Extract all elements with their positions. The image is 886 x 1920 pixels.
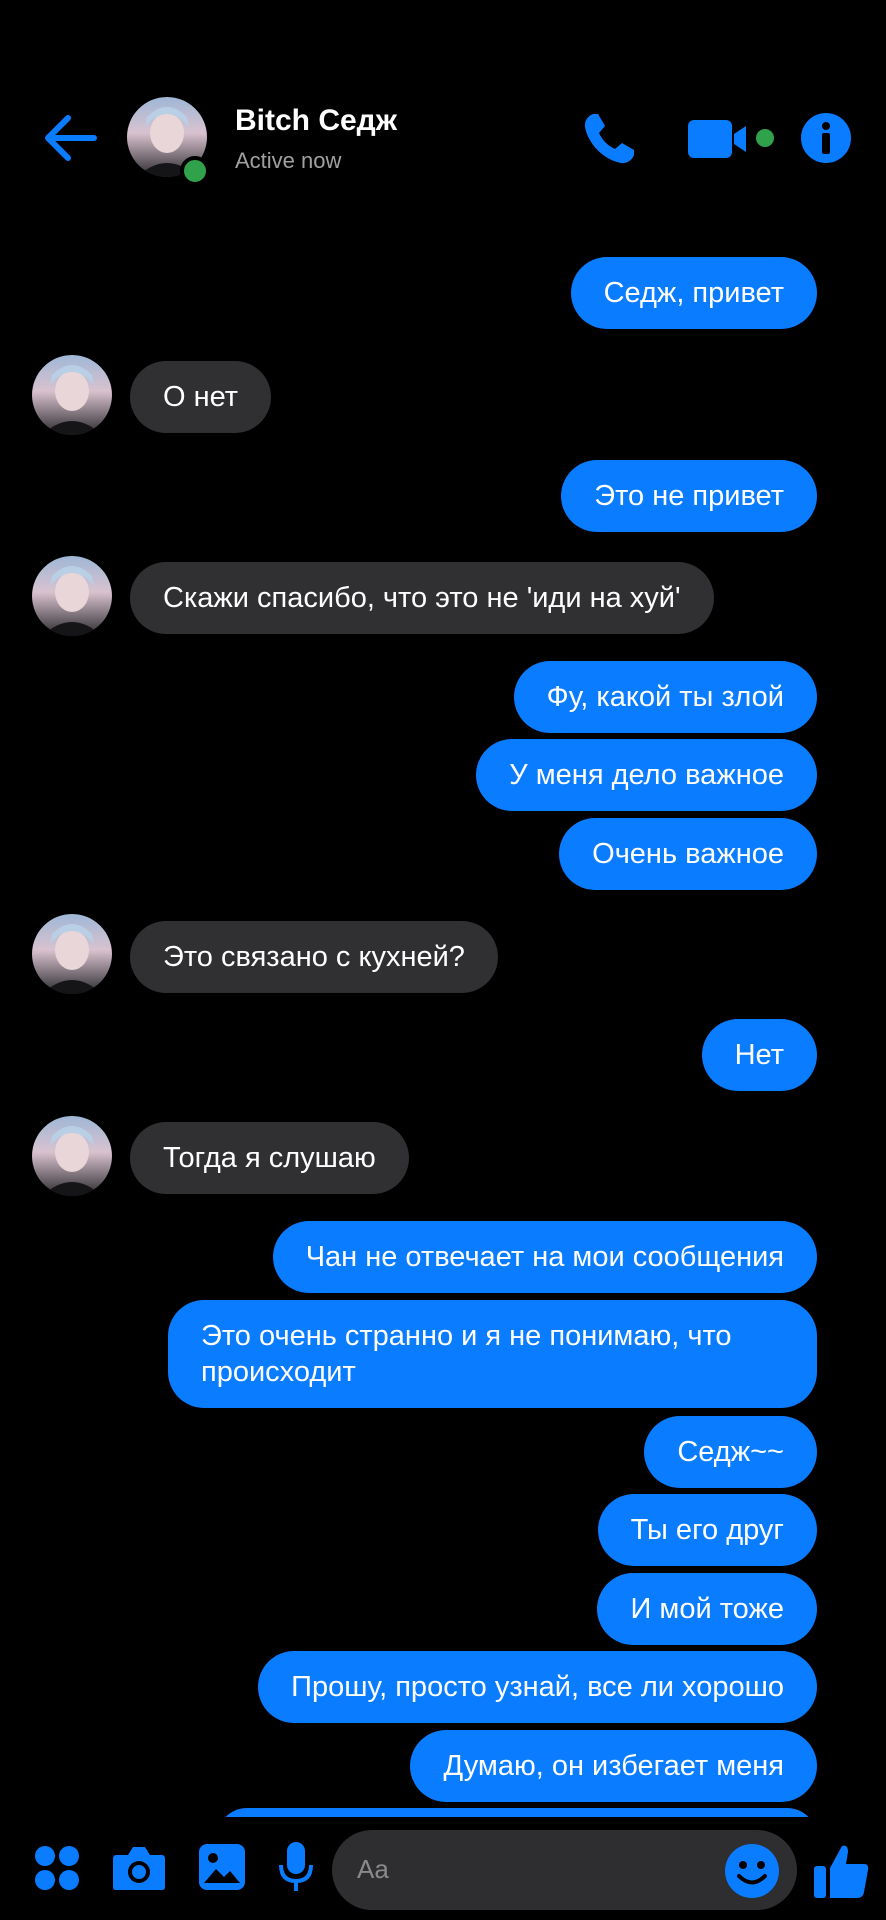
message-outgoing[interactable]: Фу, какой ты злой bbox=[513, 661, 817, 733]
message-outgoing[interactable]: Прошу, просто узнай, все ли хорошо bbox=[258, 1651, 817, 1723]
thumbs-up-icon[interactable] bbox=[812, 1842, 870, 1900]
sender-avatar[interactable] bbox=[32, 1116, 112, 1196]
message-outgoing[interactable]: Думаю, он избегает меня bbox=[410, 1730, 817, 1802]
message-outgoing[interactable]: Седж, привет bbox=[570, 257, 817, 329]
message-outgoing[interactable]: Ты его друг bbox=[597, 1494, 817, 1566]
message-outgoing[interactable]: Седж~~ bbox=[644, 1416, 817, 1488]
message-incoming[interactable]: О нет bbox=[130, 361, 272, 433]
message-outgoing[interactable]: Это очень странно и я не понимаю, что пр… bbox=[168, 1300, 817, 1408]
message-incoming[interactable]: Скажи спасибо, что это не 'иди на хуй' bbox=[130, 562, 714, 634]
message-outgoing[interactable]: Очень важное bbox=[559, 818, 817, 890]
message-list[interactable]: Седж, привет О нет Это не привет Скажи с… bbox=[0, 0, 886, 1817]
sender-avatar[interactable] bbox=[32, 914, 112, 994]
message-outgoing[interactable]: Нет bbox=[701, 1019, 817, 1091]
sender-avatar[interactable] bbox=[32, 556, 112, 636]
message-outgoing[interactable]: У меня дело важное bbox=[476, 739, 817, 811]
gallery-icon[interactable] bbox=[198, 1843, 246, 1891]
camera-icon[interactable] bbox=[112, 1843, 166, 1891]
emoji-icon[interactable] bbox=[724, 1843, 780, 1899]
message-input[interactable]: Aa bbox=[332, 1830, 797, 1910]
message-outgoing[interactable]: Чан не отвечает на мои сообщения bbox=[272, 1221, 817, 1293]
sender-avatar[interactable] bbox=[32, 355, 112, 435]
message-outgoing-partial[interactable] bbox=[217, 1808, 817, 1817]
message-outgoing[interactable]: Это не привет bbox=[561, 460, 817, 532]
message-incoming[interactable]: Тогда я слушаю bbox=[130, 1122, 409, 1194]
message-outgoing[interactable]: И мой тоже bbox=[597, 1573, 817, 1645]
message-input-placeholder: Aa bbox=[357, 1854, 389, 1884]
microphone-icon[interactable] bbox=[278, 1841, 314, 1893]
apps-icon[interactable] bbox=[34, 1845, 80, 1891]
message-composer: Aa bbox=[0, 1817, 886, 1920]
message-incoming[interactable]: Это связано с кухней? bbox=[130, 921, 498, 993]
